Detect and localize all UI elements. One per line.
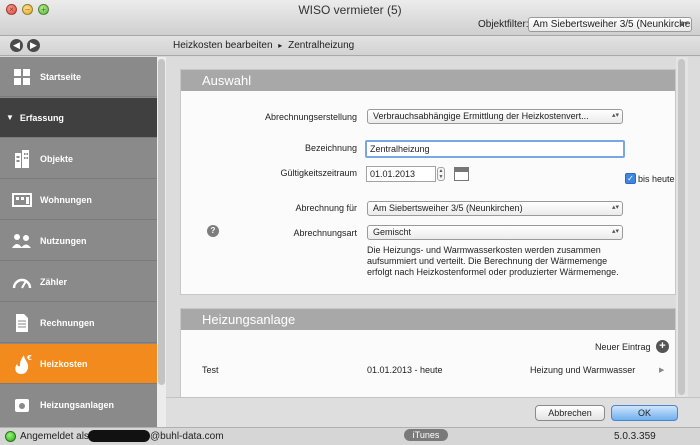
description-line: erfolgt nach Heizkostenformel oder produ… (367, 267, 619, 277)
flame-icon: € (11, 353, 33, 375)
neuer-eintrag-label[interactable]: Neuer Eintrag (595, 342, 651, 352)
redacted-email (88, 430, 150, 442)
online-status-icon (5, 431, 16, 442)
bis-heute-checkbox[interactable]: ✓ (625, 173, 636, 184)
dialog-button-bar: Abbrechen OK (166, 397, 700, 427)
select-arrows-icon: ▴▾ (611, 228, 619, 235)
auswahl-panel: Auswahl Abrechnungserstellung Verbrauchs… (180, 69, 676, 295)
sidebar-item-erfassung[interactable]: ▼ Erfassung (0, 98, 157, 138)
sidebar-item-objekte[interactable]: Objekte (0, 139, 157, 179)
description-line: aufsummiert und verteilt. Die Berechnung… (367, 256, 608, 266)
sidebar-item-heizkosten[interactable]: € Heizkosten (0, 344, 157, 384)
abrechnung-fuer-value: Am Siebertsweiher 3/5 (Neunkirchen) (373, 203, 523, 213)
window-title: WISO vermieter (5) (298, 3, 402, 17)
triangle-down-icon: ▼ (6, 113, 14, 122)
abrechnung-fuer-label: Abrechnung für (295, 203, 357, 213)
sidebar-item-zaehler[interactable]: Zähler (0, 262, 157, 302)
back-button[interactable]: ◀ (10, 39, 23, 52)
building-icon (11, 148, 33, 170)
sidebar-item-label: Heizungsanlagen (40, 400, 115, 410)
abrechnungserstellung-label: Abrechnungserstellung (264, 112, 357, 122)
sidebar: Startseite ▼ Erfassung Objekte Wohnungen… (0, 57, 166, 427)
status-bar: Angemeldet als @buhl-data.com iTunes 5.0… (0, 427, 700, 445)
plus-icon: + (659, 340, 666, 352)
cancel-button[interactable]: Abbrechen (535, 405, 605, 421)
main-content: Auswahl Abrechnungserstellung Verbrauchs… (166, 57, 700, 397)
bis-heute-label: bis heute (638, 174, 675, 184)
sidebar-item-label: Erfassung (19, 112, 64, 123)
grid-icon (11, 66, 33, 88)
boiler-icon (11, 394, 33, 416)
title-bar: × – + WISO vermieter (5) Objektfilter: A… (0, 0, 700, 36)
objektfilter-select[interactable]: Am Siebertsweiher 3/5 (Neunkirchen) ▴▾ (528, 17, 692, 32)
row-name: Test (202, 365, 219, 375)
version-label: 5.0.3.359 (614, 431, 656, 442)
heizungsanlage-row[interactable]: Test 01.01.2013 - heute Heizung und Warm… (181, 361, 677, 381)
scrollbar-thumb[interactable] (678, 59, 685, 395)
itunes-badge: iTunes (404, 429, 448, 441)
document-icon (11, 312, 33, 334)
help-icon[interactable]: ? (207, 225, 219, 237)
email-suffix: @buhl-data.com (150, 431, 224, 442)
ok-button[interactable]: OK (611, 405, 678, 421)
add-entry-button[interactable]: + (656, 340, 669, 353)
arrow-left-icon: ◀ (13, 40, 20, 50)
heizungsanlage-title: Heizungsanlage (181, 309, 675, 330)
chevron-right-icon[interactable]: ▶ (659, 366, 664, 374)
auswahl-title: Auswahl (181, 70, 675, 91)
sidebar-item-heizungsanlagen[interactable]: Heizungsanlagen (0, 385, 157, 425)
arrow-right-icon: ▶ (30, 40, 37, 50)
heizungsanlage-panel: Heizungsanlage Neuer Eintrag + Test 01.0… (180, 308, 676, 397)
main-scrollbar[interactable] (676, 57, 688, 397)
sidebar-item-label: Objekte (40, 153, 74, 164)
sidebar-scrollbar[interactable] (157, 57, 166, 427)
select-arrows-icon: ▴▾ (679, 19, 688, 28)
scrollbar-thumb[interactable] (158, 59, 165, 385)
row-type: Heizung und Warmwasser (530, 365, 636, 375)
bezeichnung-input[interactable]: Zentralheizung (365, 140, 625, 158)
breadcrumb-current: Zentralheizung (288, 40, 355, 51)
sidebar-item-label: Heizkosten (40, 358, 88, 369)
people-icon (11, 230, 33, 252)
sidebar-item-label: Rechnungen (40, 317, 95, 328)
sidebar-item-label: Nutzungen (40, 235, 87, 246)
abrechnungserstellung-value: Verbrauchsabhängige Ermittlung der Heizk… (373, 111, 589, 121)
abrechnungsart-select[interactable]: Gemischt ▴▾ (367, 225, 623, 240)
sidebar-item-label: Startseite (40, 71, 82, 82)
sidebar-item-label: Wohnungen (40, 194, 92, 205)
date-stepper[interactable]: ▲ ▼ (437, 167, 445, 181)
meter-icon (11, 271, 33, 293)
objektfilter-label: Objektfilter: (478, 19, 529, 30)
calendar-icon[interactable] (454, 167, 469, 181)
row-period: 01.01.2013 - heute (367, 365, 443, 375)
abrechnungsart-label: Abrechnungsart (293, 228, 357, 238)
navigation-bar: ◀ ▶ Heizkosten bearbeiten ▸ Zentralheizu… (0, 36, 700, 56)
apartment-icon (11, 189, 33, 211)
sidebar-item-nutzungen[interactable]: Nutzungen (0, 221, 157, 261)
sidebar-item-rechnungen[interactable]: Rechnungen (0, 303, 157, 343)
gueltigkeitszeitraum-label: Gültigkeitszeitraum (280, 168, 357, 178)
select-arrows-icon: ▴▾ (611, 204, 619, 211)
abrechnungsart-value: Gemischt (373, 227, 412, 237)
gueltigkeitszeitraum-date-field[interactable]: 01.01.2013 (366, 166, 436, 182)
objektfilter-value: Am Siebertsweiher 3/5 (Neunkirchen) (533, 19, 692, 30)
abrechnungserstellung-select[interactable]: Verbrauchsabhängige Ermittlung der Heizk… (367, 109, 623, 124)
breadcrumb-separator: ▸ (278, 41, 283, 50)
abrechnung-fuer-select[interactable]: Am Siebertsweiher 3/5 (Neunkirchen) ▴▾ (367, 201, 623, 216)
select-arrows-icon: ▴▾ (611, 112, 619, 119)
description-line: Die Heizungs- und Warmwasserkosten werde… (367, 245, 601, 255)
svg-text:€: € (26, 354, 32, 362)
sidebar-item-wohnungen[interactable]: Wohnungen (0, 180, 157, 220)
forward-button[interactable]: ▶ (27, 39, 40, 52)
sidebar-item-label: Zähler (40, 276, 68, 287)
logged-in-label: Angemeldet als (20, 431, 89, 442)
sidebar-item-startseite[interactable]: Startseite (0, 57, 157, 97)
breadcrumb-parent[interactable]: Heizkosten bearbeiten (173, 40, 273, 51)
abrechnungsart-description: Die Heizungs- und Warmwasserkosten werde… (367, 245, 657, 278)
bezeichnung-label: Bezeichnung (304, 143, 357, 153)
breadcrumb: Heizkosten bearbeiten ▸ Zentralheizung (173, 40, 354, 51)
